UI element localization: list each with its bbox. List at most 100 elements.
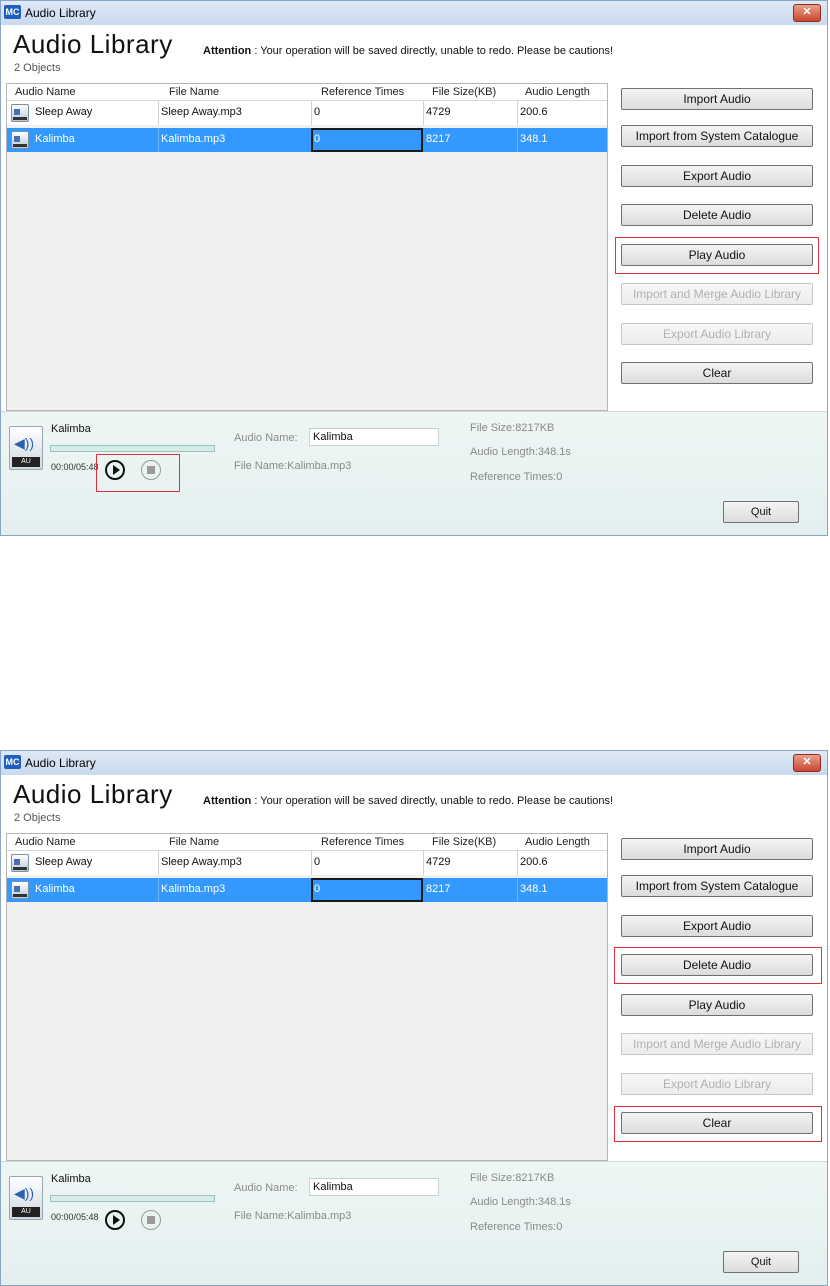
audio-library-window-2: MC Audio Library ✕ Audio Library 2 Objec…	[0, 750, 828, 1286]
file-size-info: File Size:8217KB	[470, 422, 555, 434]
column-header-audio-name[interactable]: Audio Name	[15, 86, 155, 98]
audio-file-icon	[11, 854, 29, 872]
cell-file-name: Sleep Away.mp3	[161, 106, 242, 118]
cell-reference-times: 0	[314, 856, 321, 868]
button-panel: Import Audio Import from System Catalogu…	[613, 833, 827, 1161]
cell-reference-times: 0	[314, 883, 321, 895]
close-button[interactable]: ✕	[793, 4, 821, 22]
cell-audio-name: Kalimba	[35, 133, 75, 145]
player-panel: ◀))AU Kalimba 00:00/05:48 Audio Name: Fi…	[1, 411, 827, 535]
attention-text: : Your operation will be saved directly,…	[251, 795, 614, 807]
column-header-reference-times[interactable]: Reference Times	[321, 86, 423, 98]
audio-name-label: Audio Name:	[234, 1182, 298, 1194]
progress-bar[interactable]	[50, 1195, 215, 1202]
table-row[interactable]: Sleep Away Sleep Away.mp3 0 4729 200.6	[7, 851, 607, 875]
quit-button[interactable]: Quit	[723, 1251, 799, 1273]
import-audio-button[interactable]: Import Audio	[621, 838, 813, 860]
reference-times-info: Reference Times:0	[470, 1221, 563, 1233]
import-from-system-catalogue-button[interactable]: Import from System Catalogue	[621, 875, 813, 897]
audio-length-info: Audio Length:348.1s	[470, 446, 571, 458]
column-header-audio-name[interactable]: Audio Name	[15, 836, 155, 848]
cell-audio-length: 200.6	[520, 106, 548, 118]
audio-file-icon: ◀)) AU	[9, 426, 43, 470]
play-icon[interactable]	[105, 460, 125, 480]
stop-icon[interactable]	[141, 1210, 161, 1230]
column-header-file-size[interactable]: File Size(KB)	[432, 86, 517, 98]
delete-audio-button[interactable]: Delete Audio	[621, 954, 813, 976]
play-audio-button[interactable]: Play Audio	[621, 244, 813, 266]
column-header-reference-times[interactable]: Reference Times	[321, 836, 423, 848]
close-button[interactable]: ✕	[793, 754, 821, 772]
cell-file-size: 8217	[426, 883, 451, 895]
page-title: Audio Library	[13, 779, 173, 809]
clear-button[interactable]: Clear	[621, 362, 813, 384]
audio-file-icon	[11, 131, 29, 149]
title-bar: MC Audio Library ✕	[1, 1, 827, 26]
list-header: Audio Name File Name Reference Times Fil…	[7, 834, 607, 851]
au-tag: AU	[12, 1207, 40, 1217]
import-audio-button[interactable]: Import Audio	[621, 88, 813, 110]
list-header: Audio Name File Name Reference Times Fil…	[7, 84, 607, 101]
attention-label: Attention	[203, 45, 252, 57]
table-row[interactable]: Sleep Away Sleep Away.mp3 0 4729 200.6	[7, 101, 607, 125]
attention-text: : Your operation will be saved directly,…	[251, 45, 614, 57]
table-row-selected[interactable]: Kalimba Kalimba.mp3 0 8217 348.1	[7, 878, 607, 902]
page-title: Audio Library	[13, 29, 173, 59]
clear-button[interactable]: Clear	[621, 1112, 813, 1134]
export-audio-button[interactable]: Export Audio	[621, 915, 813, 937]
play-icon[interactable]	[105, 1210, 125, 1230]
button-panel: Import Audio Import from System Catalogu…	[613, 83, 827, 411]
cell-audio-length: 348.1	[520, 883, 548, 895]
audio-name-field[interactable]	[309, 428, 439, 446]
file-name-info: File Name:Kalimba.mp3	[234, 460, 352, 472]
cell-audio-length: 348.1	[520, 133, 548, 145]
audio-file-icon	[11, 104, 29, 122]
import-from-system-catalogue-button[interactable]: Import from System Catalogue	[621, 125, 813, 147]
audio-list[interactable]: Audio Name File Name Reference Times Fil…	[6, 83, 608, 411]
track-name: Kalimba	[51, 423, 91, 435]
app-icon: MC	[4, 5, 21, 19]
export-audio-library-button[interactable]: Export Audio Library	[621, 323, 813, 345]
delete-audio-button[interactable]: Delete Audio	[621, 204, 813, 226]
audio-name-field[interactable]	[309, 1178, 439, 1196]
column-header-file-name[interactable]: File Name	[169, 86, 309, 98]
track-name: Kalimba	[51, 1173, 91, 1185]
file-name-info: File Name:Kalimba.mp3	[234, 1210, 352, 1222]
audio-name-label: Audio Name:	[234, 432, 298, 444]
import-and-merge-button[interactable]: Import and Merge Audio Library	[621, 1033, 813, 1055]
cell-file-name: Sleep Away.mp3	[161, 856, 242, 868]
file-size-info: File Size:8217KB	[470, 1172, 555, 1184]
audio-file-icon	[11, 881, 29, 899]
audio-list[interactable]: Audio Name File Name Reference Times Fil…	[6, 833, 608, 1161]
progress-bar[interactable]	[50, 445, 215, 452]
table-row-selected[interactable]: Kalimba Kalimba.mp3 0 8217 348.1	[7, 128, 607, 152]
column-header-file-size[interactable]: File Size(KB)	[432, 836, 517, 848]
quit-button[interactable]: Quit	[723, 501, 799, 523]
window-title: Audio Library	[25, 756, 96, 770]
cell-file-name: Kalimba.mp3	[161, 133, 226, 145]
au-tag: AU	[12, 457, 40, 467]
audio-file-icon: ◀)) AU	[9, 1176, 43, 1220]
export-audio-library-button[interactable]: Export Audio Library	[621, 1073, 813, 1095]
cell-reference-times: 0	[314, 106, 321, 118]
focused-cell	[311, 128, 423, 152]
playback-time: 00:00/05:48	[51, 462, 99, 472]
audio-length-info: Audio Length:348.1s	[470, 1196, 571, 1208]
import-and-merge-button[interactable]: Import and Merge Audio Library	[621, 283, 813, 305]
cell-file-size: 4729	[426, 856, 451, 868]
column-header-file-name[interactable]: File Name	[169, 836, 309, 848]
cell-audio-name: Sleep Away	[35, 856, 93, 868]
play-audio-button[interactable]: Play Audio	[621, 994, 813, 1016]
player-panel: ◀))AU Kalimba 00:00/05:48 Audio Name: Fi…	[1, 1161, 827, 1285]
export-audio-button[interactable]: Export Audio	[621, 165, 813, 187]
focused-cell	[311, 878, 423, 902]
audio-library-window-1: MC Audio Library ✕ Audio Library 2 Objec…	[0, 0, 828, 536]
cell-audio-name: Sleep Away	[35, 106, 93, 118]
column-header-audio-length[interactable]: Audio Length	[525, 836, 607, 848]
column-header-audio-length[interactable]: Audio Length	[525, 86, 607, 98]
header: Audio Library 2 Objects Attention : Your…	[1, 25, 827, 79]
cell-audio-name: Kalimba	[35, 883, 75, 895]
attention-notice: Attention : Your operation will be saved…	[203, 45, 613, 57]
app-icon: MC	[4, 755, 21, 769]
stop-icon[interactable]	[141, 460, 161, 480]
